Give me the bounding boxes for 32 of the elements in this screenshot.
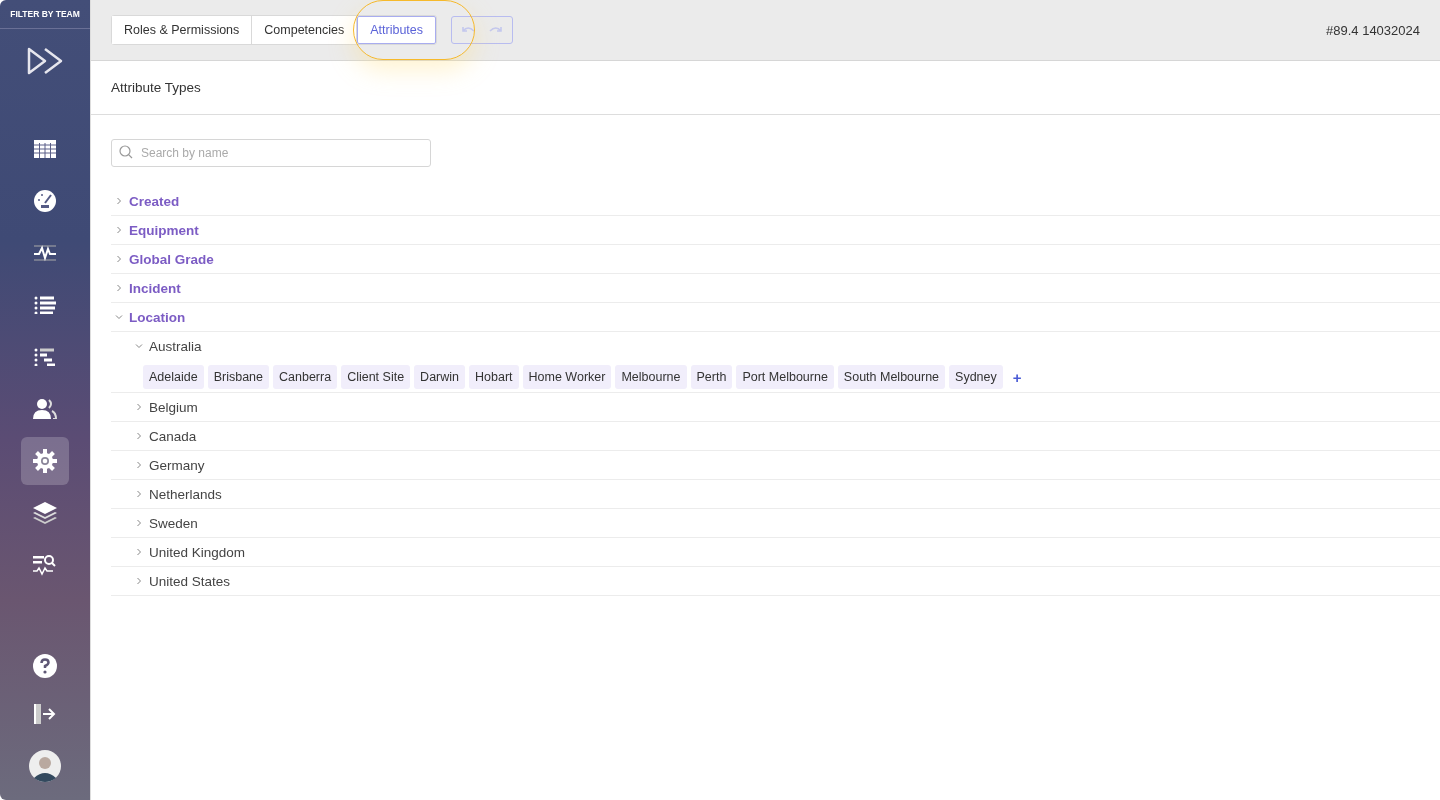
tree-item[interactable]: Incident [129, 280, 181, 296]
tree-item[interactable]: Germany [149, 457, 205, 473]
location-tag[interactable]: Sydney [949, 365, 1003, 389]
tree-item[interactable]: Created [129, 193, 180, 209]
version-label: #89.4 14032024 [1326, 22, 1420, 38]
tree-item[interactable]: Equipment [129, 222, 199, 238]
location-tag[interactable]: Canberra [273, 365, 338, 389]
location-tag[interactable]: Port Melbourne [736, 365, 834, 389]
tree-item[interactable]: Canada [149, 428, 197, 444]
tree-item[interactable]: United States [149, 573, 231, 589]
filter-by-team-link[interactable]: FILTER BY TEAM [0, 0, 90, 29]
location-tag[interactable]: Hobart [469, 365, 519, 389]
add-tag-button[interactable]: + [1006, 368, 1028, 386]
search-field[interactable]: Search by name [111, 139, 431, 167]
tree-item[interactable]: Australia [149, 338, 202, 354]
tab[interactable]: Roles & Permissions [112, 16, 253, 44]
tree-item[interactable]: Netherlands [149, 486, 222, 502]
location-tag[interactable]: Brisbane [207, 365, 269, 389]
location-tag[interactable]: Home Worker [522, 365, 612, 389]
location-tag[interactable]: South Melbourne [837, 365, 946, 389]
tree-item[interactable]: United Kingdom [149, 544, 246, 560]
tab[interactable]: Attributes [357, 16, 437, 44]
location-tag[interactable]: Perth [690, 365, 733, 389]
tree-item[interactable]: Belgium [149, 399, 198, 415]
location-tag[interactable]: Client Site [341, 365, 411, 389]
location-tag[interactable]: Darwin [414, 365, 465, 389]
tree-item[interactable]: Location [129, 309, 186, 325]
location-tag[interactable]: Melbourne [615, 365, 687, 389]
tree-item[interactable]: Sweden [149, 515, 198, 531]
location-tag[interactable]: Adelaide [143, 365, 204, 389]
tree-item[interactable]: Global Grade [129, 251, 214, 267]
panel-title: Attribute Types [111, 80, 201, 95]
